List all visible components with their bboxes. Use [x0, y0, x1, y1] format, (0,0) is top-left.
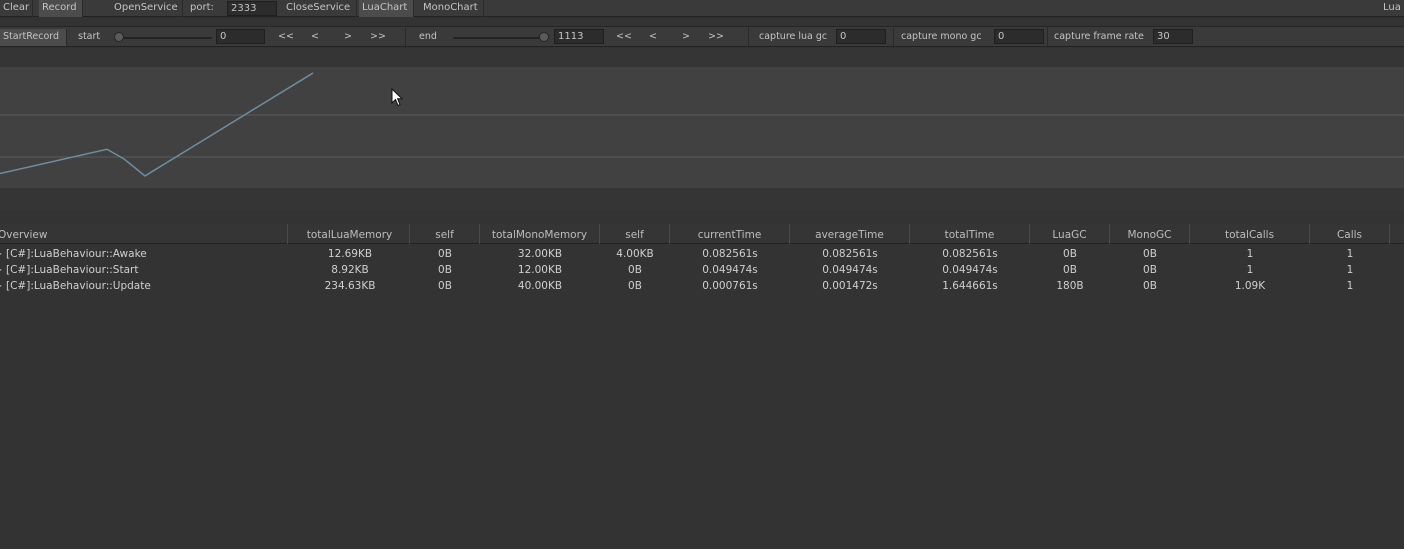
cell-total-time: 0.049474s — [942, 264, 998, 276]
end-label: end — [419, 31, 437, 42]
end-first-button[interactable]: << — [616, 29, 632, 46]
column-header-calls[interactable]: Calls — [1310, 224, 1390, 244]
separator — [893, 27, 894, 48]
column-header-overview[interactable]: Overview — [0, 224, 288, 244]
cell-mono-self: 0B — [628, 264, 642, 276]
capture-frame-rate-label: capture frame rate — [1054, 31, 1144, 42]
capture-lua-gc-label: capture lua gc — [759, 31, 828, 42]
expand-arrow-icon[interactable]: ▸ — [0, 249, 2, 258]
lua-chart-button[interactable]: LuaChart — [359, 0, 414, 17]
cell-lua-self: 0B — [438, 280, 452, 292]
cell-lua-self: 0B — [438, 264, 452, 276]
cell-mono-self: 0B — [628, 280, 642, 292]
column-header-mono-self[interactable]: self — [600, 224, 670, 244]
cell-calls: 1 — [1346, 248, 1354, 260]
cell-total-calls: 1 — [1246, 248, 1254, 260]
end-last-button[interactable]: >> — [708, 29, 724, 46]
cell-total-calls: 1.09K — [1234, 280, 1266, 292]
close-service-button[interactable]: CloseService — [283, 0, 357, 17]
mono-chart-button[interactable]: MonoChart — [420, 0, 484, 17]
mouse-cursor-icon — [391, 88, 403, 107]
cell-total-time: 0.082561s — [942, 248, 998, 260]
start-next-button[interactable]: > — [344, 29, 352, 46]
cell-lua-gc: 0B — [1063, 248, 1077, 260]
start-prev-button[interactable]: < — [311, 29, 319, 46]
lua-memory-chart — [0, 72, 1404, 177]
cell-total-mono-memory: 40.00KB — [517, 280, 563, 292]
cell-total-lua-memory: 12.69KB — [327, 248, 373, 260]
chart-series-line — [0, 72, 314, 177]
open-service-button[interactable]: OpenService — [111, 0, 183, 17]
start-slider-handle[interactable] — [114, 32, 124, 42]
column-header-lua-self[interactable]: self — [410, 224, 480, 244]
end-next-button[interactable]: > — [682, 29, 690, 46]
cell-lua-gc: 0B — [1063, 264, 1077, 276]
clear-button[interactable]: Clear — [0, 0, 33, 17]
cell-total-mono-memory: 32.00KB — [517, 248, 563, 260]
column-header-lua-gc[interactable]: LuaGC — [1030, 224, 1110, 244]
start-label: start — [78, 31, 101, 42]
cell-total-lua-memory: 8.92KB — [331, 264, 369, 276]
cell-mono-gc: 0B — [1143, 280, 1157, 292]
cell-current-time: 0.049474s — [702, 264, 758, 276]
capture-mono-gc-label: capture mono gc — [901, 31, 982, 42]
cell-mono-gc: 0B — [1143, 248, 1157, 260]
column-header-total-lua-memory[interactable]: totalLuaMemory — [290, 224, 410, 244]
end-prev-button[interactable]: < — [649, 29, 657, 46]
column-header-mono-gc[interactable]: MonoGC — [1110, 224, 1190, 244]
capture-mono-gc-input[interactable]: 0 — [994, 29, 1044, 44]
separator — [405, 27, 406, 48]
cell-current-time: 0.082561s — [702, 248, 758, 260]
cell-overview: [C#]:LuaBehaviour::Start — [6, 264, 139, 276]
end-slider-handle[interactable] — [539, 32, 549, 42]
expand-arrow-icon[interactable]: ▸ — [0, 265, 2, 274]
start-slider-track[interactable] — [116, 37, 212, 39]
cell-total-calls: 1 — [1246, 264, 1254, 276]
start-last-button[interactable]: >> — [370, 29, 386, 46]
expand-arrow-icon[interactable]: ▸ — [0, 281, 2, 290]
end-frame-input[interactable]: 1113 — [554, 29, 604, 44]
end-slider-track[interactable] — [453, 37, 549, 39]
column-header-current-time[interactable]: currentTime — [670, 224, 790, 244]
record-button[interactable]: Record — [39, 0, 83, 17]
cell-average-time: 0.001472s — [822, 280, 878, 292]
cell-overview: [C#]:LuaBehaviour::Awake — [6, 248, 147, 260]
column-header-total-mono-memory[interactable]: totalMonoMemory — [480, 224, 600, 244]
cell-total-time: 1.644661s — [942, 280, 998, 292]
start-frame-input[interactable]: 0 — [216, 29, 265, 44]
column-header-total-time[interactable]: totalTime — [910, 224, 1030, 244]
cell-calls: 1 — [1346, 280, 1354, 292]
start-first-button[interactable]: << — [278, 29, 294, 46]
separator — [1047, 27, 1048, 48]
cell-lua-self: 0B — [438, 248, 452, 260]
cell-total-mono-memory: 12.00KB — [517, 264, 563, 276]
capture-lua-gc-input[interactable]: 0 — [836, 29, 886, 44]
table-row[interactable]: ▸ [C#]:LuaBehaviour::Awake 12.69KB 0B 32.00K… — [0, 246, 1404, 262]
main-toolbar: Clear Record OpenService port: 2333 Clos… — [0, 0, 1404, 17]
cell-average-time: 0.049474s — [822, 264, 878, 276]
cell-mono-gc: 0B — [1143, 264, 1157, 276]
table-header: Overview totalLuaMemory self totalMonoMemor… — [0, 224, 1404, 244]
cell-total-lua-memory: 234.63KB — [324, 280, 376, 292]
column-header-average-time[interactable]: averageTime — [790, 224, 910, 244]
cell-calls: 1 — [1346, 264, 1354, 276]
cell-mono-self: 4.00KB — [616, 248, 654, 260]
table-row[interactable]: ▸ [C#]:LuaBehaviour::Start 8.92KB 0B 12.00KB… — [0, 262, 1404, 278]
cell-overview: [C#]:LuaBehaviour::Update — [6, 280, 151, 292]
start-record-button[interactable]: StartRecord — [0, 29, 67, 46]
cell-average-time: 0.082561s — [822, 248, 878, 260]
cell-current-time: 0.000761s — [702, 280, 758, 292]
separator — [748, 27, 749, 48]
port-label: port: — [190, 2, 214, 13]
column-header-total-calls[interactable]: totalCalls — [1190, 224, 1310, 244]
table-row[interactable]: ▸ [C#]:LuaBehaviour::Update 234.63KB 0B 40.0… — [0, 278, 1404, 294]
record-toolbar: StartRecord start 0 << < > >> end 1113 <… — [0, 26, 1404, 48]
lua-chart-panel — [0, 48, 1404, 210]
lua-dropdown[interactable]: Lua — [1383, 0, 1401, 17]
capture-frame-rate-input[interactable]: 30 — [1153, 29, 1193, 44]
port-input[interactable]: 2333 — [227, 1, 277, 16]
cell-lua-gc: 180B — [1056, 280, 1084, 292]
